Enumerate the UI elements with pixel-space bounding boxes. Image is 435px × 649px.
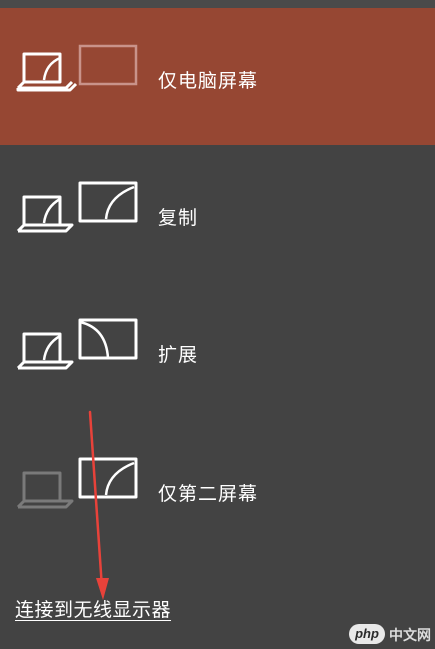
laptop-monitor-icon [16,318,138,370]
watermark-logo: php [349,624,385,644]
site-watermark: php 中文网 [349,623,431,645]
option-second-screen-only[interactable]: 仅第二屏幕 [0,419,435,556]
pc-screen-only-icon [14,38,144,108]
option-label: 仅第二屏幕 [158,483,259,505]
panel-top-edge [0,0,435,8]
option-duplicate[interactable]: 复制 [0,145,435,282]
laptop-monitor-icon [16,181,138,233]
option-label: 扩展 [158,344,199,366]
project-panel: 仅电脑屏幕 复制 扩展 仅第二屏幕 连接到无线显示器 php 中文网 [0,0,435,649]
option-pc-screen-only[interactable]: 仅电脑屏幕 [0,8,435,145]
option-extend[interactable]: 扩展 [0,282,435,419]
option-label: 复制 [158,207,199,229]
option-label: 仅电脑屏幕 [158,70,259,92]
extend-icon [14,318,144,388]
laptop-monitor-icon [16,457,138,509]
connect-wireless-display-link[interactable]: 连接到无线显示器 [15,595,171,622]
watermark-text: 中文网 [389,628,431,644]
second-screen-only-icon [14,457,144,527]
laptop-monitor-icon [16,44,138,92]
duplicate-icon [14,181,144,251]
